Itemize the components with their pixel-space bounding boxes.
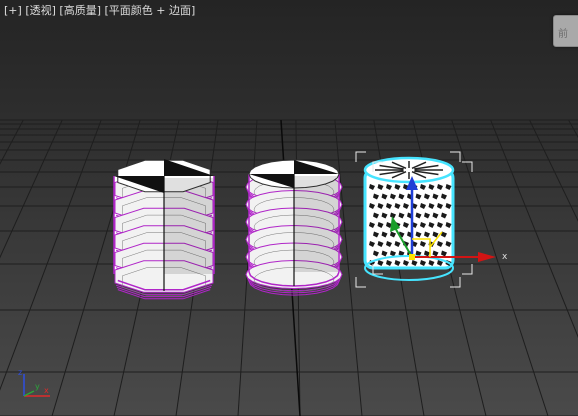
viewcube[interactable]: 前 [553,15,578,47]
cylinder-shade [164,178,213,274]
octagonal-thread-cylinder[interactable] [113,159,215,300]
viewport-plus-menu[interactable]: [+] [4,4,22,17]
cylinder-shade [294,176,338,272]
tripod-y-label: y [35,382,40,391]
viewport-shading-menu[interactable]: [平面颜色 + 边面] [105,4,196,17]
viewport-view-menu[interactable]: [透视] [25,4,56,17]
gizmo-origin [409,254,415,260]
gizmo-x-arrow [478,252,496,262]
tripod-x-label: x [44,386,49,395]
perforated-cylinder[interactable] [355,151,473,288]
tripod-z-label: z [18,368,22,377]
viewport-label-menu[interactable]: [+] [透视] [高质量] [平面颜色 + 边面] [4,2,195,18]
bbox-corner-bracket [355,277,366,288]
bbox-corner-bracket [355,151,366,162]
viewport-quality-menu[interactable]: [高质量] [59,4,101,17]
round-thread-cylinder[interactable] [245,159,343,296]
bbox-corner-bracket [450,151,461,162]
scene-objects[interactable]: x [0,0,578,416]
perspective-viewport[interactable]: x [+] [透视] [高质量] [平面颜色 + 边面] 前 z y x [0,0,578,416]
bbox-corner-bracket [450,277,461,288]
axis-tripod-icon: z y x [18,368,50,397]
bbox-corner-bracket [462,264,473,275]
viewcube-front-face[interactable]: 前 [558,25,568,40]
gizmo-x-label: x [502,252,508,262]
bbox-corner-bracket [462,161,473,172]
